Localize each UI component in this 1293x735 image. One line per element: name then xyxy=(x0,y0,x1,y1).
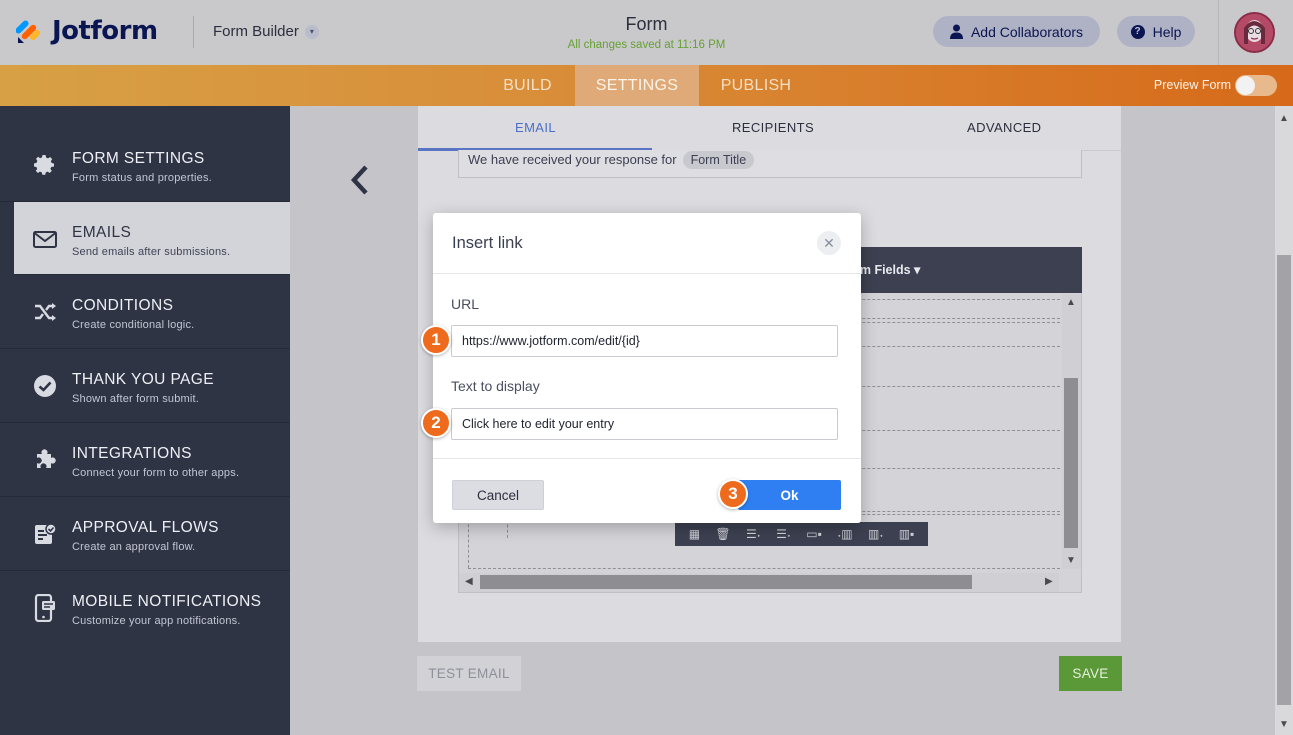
delete-row-icon[interactable]: ▭▪ xyxy=(806,527,822,541)
mobile-icon xyxy=(32,594,58,622)
table-border-line xyxy=(468,568,1060,569)
sidebar-item-title: FORM SETTINGS xyxy=(72,150,205,167)
email-subject-field[interactable]: We have received your response for Form … xyxy=(458,150,1082,178)
approval-icon xyxy=(32,521,58,547)
nav-bar: BUILD SETTINGS PUBLISH Preview Form xyxy=(0,65,1293,106)
delete-table-icon[interactable]: 🗑 xyxy=(715,527,730,541)
save-status: All changes saved at 11:16 PM xyxy=(567,39,726,51)
user-icon xyxy=(949,24,963,39)
url-label: URL xyxy=(451,296,480,312)
sidebar-item-emails[interactable]: EMAILS Send emails after submissions. xyxy=(14,202,290,275)
sidebar-item-title: APPROVAL FLOWS xyxy=(72,519,219,536)
sidebar-item-conditions[interactable]: CONDITIONS Create conditional logic. xyxy=(0,275,290,349)
sidebar-item-title: MOBILE NOTIFICATIONS xyxy=(72,593,262,610)
sidebar-item-subtitle: Send emails after submissions. xyxy=(72,246,231,258)
dialog-title: Insert link xyxy=(452,234,523,252)
close-icon[interactable]: ✕ xyxy=(817,231,841,255)
delete-col-icon[interactable]: ▥▪ xyxy=(899,527,915,541)
header-divider-right xyxy=(1218,0,1219,65)
help-button[interactable]: ? Help xyxy=(1117,16,1195,47)
user-avatar[interactable] xyxy=(1234,12,1275,53)
scroll-up-arrow-icon[interactable]: ▲ xyxy=(1066,297,1076,308)
url-input[interactable] xyxy=(451,325,838,357)
tab-settings[interactable]: SETTINGS xyxy=(575,65,699,106)
editor-horizontal-scroll-thumb[interactable] xyxy=(480,575,972,589)
toggle-knob xyxy=(1236,76,1255,95)
subject-text: We have received your response for xyxy=(468,152,677,167)
tab-recipients[interactable]: RECIPIENTS xyxy=(732,120,814,135)
tab-advanced[interactable]: ADVANCED xyxy=(967,120,1041,135)
add-collaborators-button[interactable]: Add Collaborators xyxy=(933,16,1100,47)
scroll-left-arrow-icon[interactable]: ◀ xyxy=(465,576,473,587)
ok-button[interactable]: Ok xyxy=(738,480,841,510)
insert-link-dialog: Insert link ✕ URL Text to display Cancel… xyxy=(433,213,861,523)
tab-email[interactable]: EMAIL xyxy=(515,120,556,135)
sidebar-item-subtitle: Form status and properties. xyxy=(72,172,212,184)
dialog-header: Insert link ✕ xyxy=(433,213,861,274)
sidebar-item-approval-flows[interactable]: APPROVAL FLOWS Create an approval flow. xyxy=(0,497,290,571)
puzzle-icon xyxy=(32,447,58,473)
settings-sidebar: FORM SETTINGS Form status and properties… xyxy=(0,106,290,735)
back-chevron-icon[interactable] xyxy=(348,163,372,205)
sidebar-item-subtitle: Create conditional logic. xyxy=(72,319,195,331)
scroll-down-arrow-icon[interactable]: ▼ xyxy=(1066,555,1076,566)
sidebar-item-subtitle: Customize your app notifications. xyxy=(72,615,241,627)
sidebar-item-title: CONDITIONS xyxy=(72,297,174,314)
avatar-illustration xyxy=(1236,14,1273,51)
insert-row-after-icon[interactable]: ☰˖ xyxy=(776,527,791,541)
step-badge-2: 2 xyxy=(421,408,451,438)
sidebar-item-subtitle: Connect your form to other apps. xyxy=(72,467,240,479)
form-title-tag[interactable]: Form Title xyxy=(682,151,755,169)
tab-publish[interactable]: PUBLISH xyxy=(699,65,813,106)
table-properties-icon[interactable]: ▦ xyxy=(689,527,700,541)
sidebar-item-title: EMAILS xyxy=(72,224,132,241)
page-scroll-down-icon[interactable]: ▼ xyxy=(1279,719,1289,730)
scroll-right-arrow-icon[interactable]: ▶ xyxy=(1045,576,1053,587)
page-scroll-up-icon[interactable]: ▲ xyxy=(1279,113,1289,124)
text-to-display-label: Text to display xyxy=(451,378,540,394)
preview-form-label: Preview Form xyxy=(1153,78,1231,92)
envelope-icon xyxy=(32,226,58,252)
text-to-display-input[interactable] xyxy=(451,408,838,440)
cancel-button[interactable]: Cancel xyxy=(452,480,544,510)
sidebar-item-title: THANK YOU PAGE xyxy=(72,371,214,388)
sidebar-item-subtitle: Create an approval flow. xyxy=(72,541,196,553)
step-badge-3: 3 xyxy=(718,479,748,509)
gear-icon xyxy=(32,152,58,178)
dialog-footer-divider xyxy=(433,458,861,459)
help-label: Help xyxy=(1152,23,1182,40)
add-collaborators-label: Add Collaborators xyxy=(970,23,1084,40)
step-badge-1: 1 xyxy=(421,325,451,355)
insert-row-before-icon[interactable]: ☰˖ xyxy=(746,527,761,541)
sidebar-item-mobile-notifications[interactable]: MOBILE NOTIFICATIONS Customize your app … xyxy=(0,571,290,645)
editor-vertical-scroll-thumb[interactable] xyxy=(1064,378,1078,548)
insert-col-after-icon[interactable]: ▥˖ xyxy=(868,527,883,541)
save-button[interactable]: SAVE xyxy=(1059,656,1122,691)
sidebar-item-subtitle: Shown after form submit. xyxy=(72,393,200,405)
sidebar-item-title: INTEGRATIONS xyxy=(72,445,192,462)
email-tabs: EMAIL RECIPIENTS ADVANCED xyxy=(418,106,1121,151)
tab-build[interactable]: BUILD xyxy=(480,65,575,106)
test-email-button[interactable]: TEST EMAIL xyxy=(417,656,521,691)
check-circle-icon xyxy=(32,373,58,399)
form-fields-dropdown[interactable]: rm Fields ▾ xyxy=(855,262,920,277)
table-toolbar: ▦ 🗑 ☰˖ ☰˖ ▭▪ ˖▥ ▥˖ ▥▪ xyxy=(675,522,928,546)
sidebar-item-form-settings[interactable]: FORM SETTINGS Form status and properties… xyxy=(0,128,290,202)
preview-form-toggle[interactable] xyxy=(1235,75,1277,96)
insert-col-before-icon[interactable]: ˖▥ xyxy=(837,527,852,541)
page-scroll-thumb[interactable] xyxy=(1277,255,1291,705)
help-icon: ? xyxy=(1130,24,1145,39)
sidebar-item-integrations[interactable]: INTEGRATIONS Connect your form to other … xyxy=(0,423,290,497)
sidebar-item-thank-you-page[interactable]: THANK YOU PAGE Shown after form submit. xyxy=(0,349,290,423)
shuffle-icon xyxy=(32,299,58,325)
